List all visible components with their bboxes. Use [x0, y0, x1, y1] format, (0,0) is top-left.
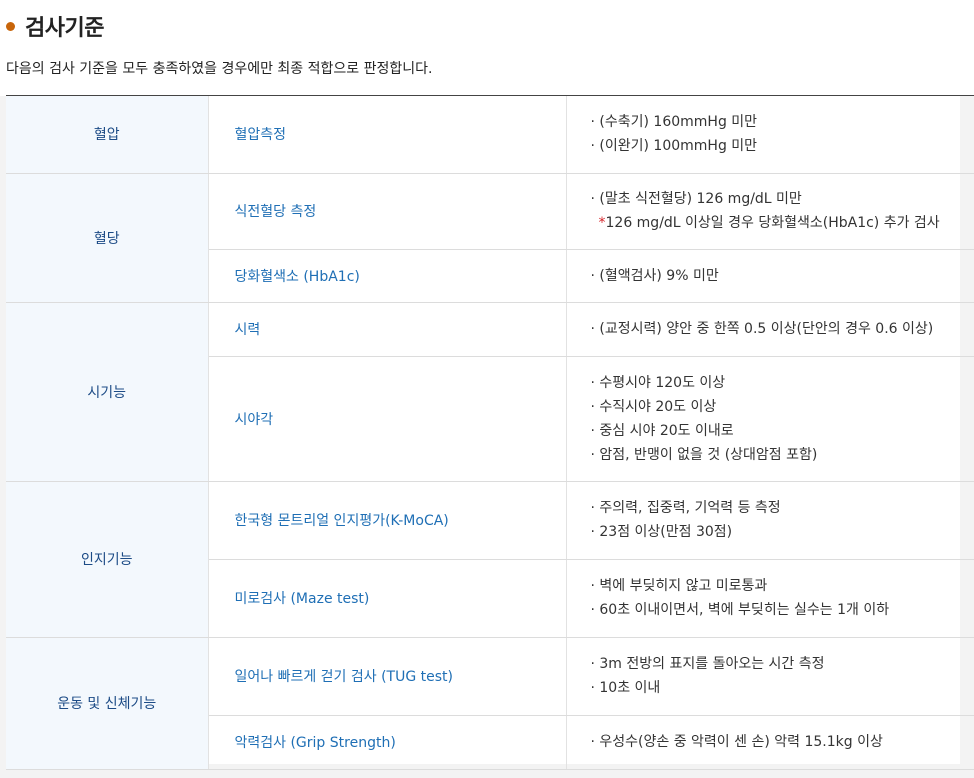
- title-wrap: 검사기준: [6, 10, 104, 42]
- detail-cell: · 주의력, 집중력, 기억력 등 측정 · 23점 이상(만점 30점): [566, 481, 974, 560]
- page: 검사기준 다음의 검사 기준을 모두 충족하였을 경우에만 최종 적합으로 판정…: [0, 0, 974, 778]
- item-cell: 일어나 빠르게 걷기 검사 (TUG test): [208, 637, 567, 716]
- item-cell: 시야각: [208, 356, 567, 482]
- detail-line: · 수직시야 20도 이상: [590, 398, 717, 415]
- detail-cell: · (혈액검사) 9% 미만: [566, 249, 974, 303]
- detail-line: · 암점, 반맹이 없을 것 (상대암점 포함): [590, 446, 818, 463]
- item-cell: 혈압측정: [208, 96, 567, 174]
- category-cell: 혈압: [6, 96, 209, 174]
- category-cell: 시기능: [6, 302, 209, 482]
- item-cell: 한국형 몬트리얼 인지평가(K-MoCA): [208, 481, 567, 560]
- category-cell: 인지기능: [6, 481, 209, 638]
- note-text: 126 mg/dL 이상일 경우 당화혈색소(HbA1c) 추가 검사: [605, 215, 940, 231]
- table-row: 인지기능 한국형 몬트리얼 인지평가(K-MoCA) · 주의력, 집중력, 기…: [6, 481, 974, 638]
- item-cell: 악력검사 (Grip Strength): [208, 715, 567, 770]
- detail-line: · (수축기) 160mmHg 미만: [590, 114, 758, 131]
- item-cell: 미로검사 (Maze test): [208, 559, 567, 638]
- detail-cell: · 3m 전방의 표지를 돌아오는 시간 측정 · 10초 이내: [566, 637, 974, 716]
- bullet-icon: [6, 21, 15, 31]
- section-header: 검사기준 다음의 검사 기준을 모두 충족하였을 경우에만 최종 적합으로 판정…: [0, 0, 974, 96]
- item-cell: 시력: [208, 302, 567, 357]
- detail-line: · 23점 이상(만점 30점): [590, 524, 733, 540]
- detail-cell: · 벽에 부딪히지 않고 미로통과 · 60초 이내이면서, 벽에 부딪히는 실…: [566, 559, 974, 638]
- detail-line: · (말초 식전혈당) 126 mg/dL 미만: [590, 191, 802, 207]
- detail-line: · 60초 이내이면서, 벽에 부딪히는 실수는 1개 이하: [590, 602, 890, 618]
- item-cell: 당화혈색소 (HbA1c): [208, 249, 567, 303]
- detail-line: · 3m 전방의 표지를 돌아오는 시간 측정: [590, 656, 825, 672]
- category-cell: 운동 및 신체기능: [6, 637, 209, 770]
- category-cell: 혈당: [6, 173, 209, 303]
- detail-cell: · (교정시력) 양안 중 한쪽 0.5 이상(단안의 경우 0.6 이상): [566, 302, 974, 357]
- detail-line: · (이완기) 100mmHg 미만: [590, 138, 758, 155]
- criteria-table: 혈압 혈압측정 · (수축기) 160mmHg 미만 · (이완기) 100mm…: [6, 96, 974, 770]
- section-description: 다음의 검사 기준을 모두 충족하였을 경우에만 최종 적합으로 판정합니다.: [6, 61, 433, 77]
- detail-cell: · 우성수(양손 중 악력이 센 손) 악력 15.1kg 이상: [566, 715, 974, 770]
- detail-note: *126 mg/dL 이상일 경우 당화혈색소(HbA1c) 추가 검사: [591, 211, 974, 235]
- table-row: 혈압 혈압측정 · (수축기) 160mmHg 미만 · (이완기) 100mm…: [6, 96, 974, 174]
- detail-line: · (혈액검사) 9% 미만: [590, 267, 719, 284]
- detail-line: · (교정시력) 양안 중 한쪽 0.5 이상(단안의 경우 0.6 이상): [590, 321, 934, 337]
- section-title: 검사기준: [25, 16, 104, 41]
- detail-cell: · 수평시야 120도 이상 · 수직시야 20도 이상 · 중심 시야 20도…: [566, 356, 974, 482]
- table-row: 운동 및 신체기능 일어나 빠르게 걷기 검사 (TUG test) · 3m …: [6, 637, 974, 770]
- detail-line: · 주의력, 집중력, 기억력 등 측정: [590, 500, 781, 516]
- detail-line: · 우성수(양손 중 악력이 센 손) 악력 15.1kg 이상: [590, 734, 883, 750]
- detail-line: · 수평시야 120도 이상: [590, 374, 726, 391]
- detail-cell: · (수축기) 160mmHg 미만 · (이완기) 100mmHg 미만: [566, 96, 974, 174]
- asterisk-mark: *: [598, 215, 606, 231]
- table-row: 시기능 시력 · (교정시력) 양안 중 한쪽 0.5 이상(단안의 경우 0.…: [6, 302, 974, 482]
- detail-cell: · (말초 식전혈당) 126 mg/dL 미만 *126 mg/dL 이상일 …: [566, 173, 974, 250]
- detail-line: · 중심 시야 20도 이내로: [590, 422, 734, 439]
- item-cell: 식전혈당 측정: [208, 173, 567, 250]
- table-row: 혈당 식전혈당 측정 · (말초 식전혈당) 126 mg/dL 미만 *126…: [6, 173, 974, 303]
- detail-line: · 10초 이내: [590, 680, 661, 696]
- detail-line: · 벽에 부딪히지 않고 미로통과: [590, 578, 768, 594]
